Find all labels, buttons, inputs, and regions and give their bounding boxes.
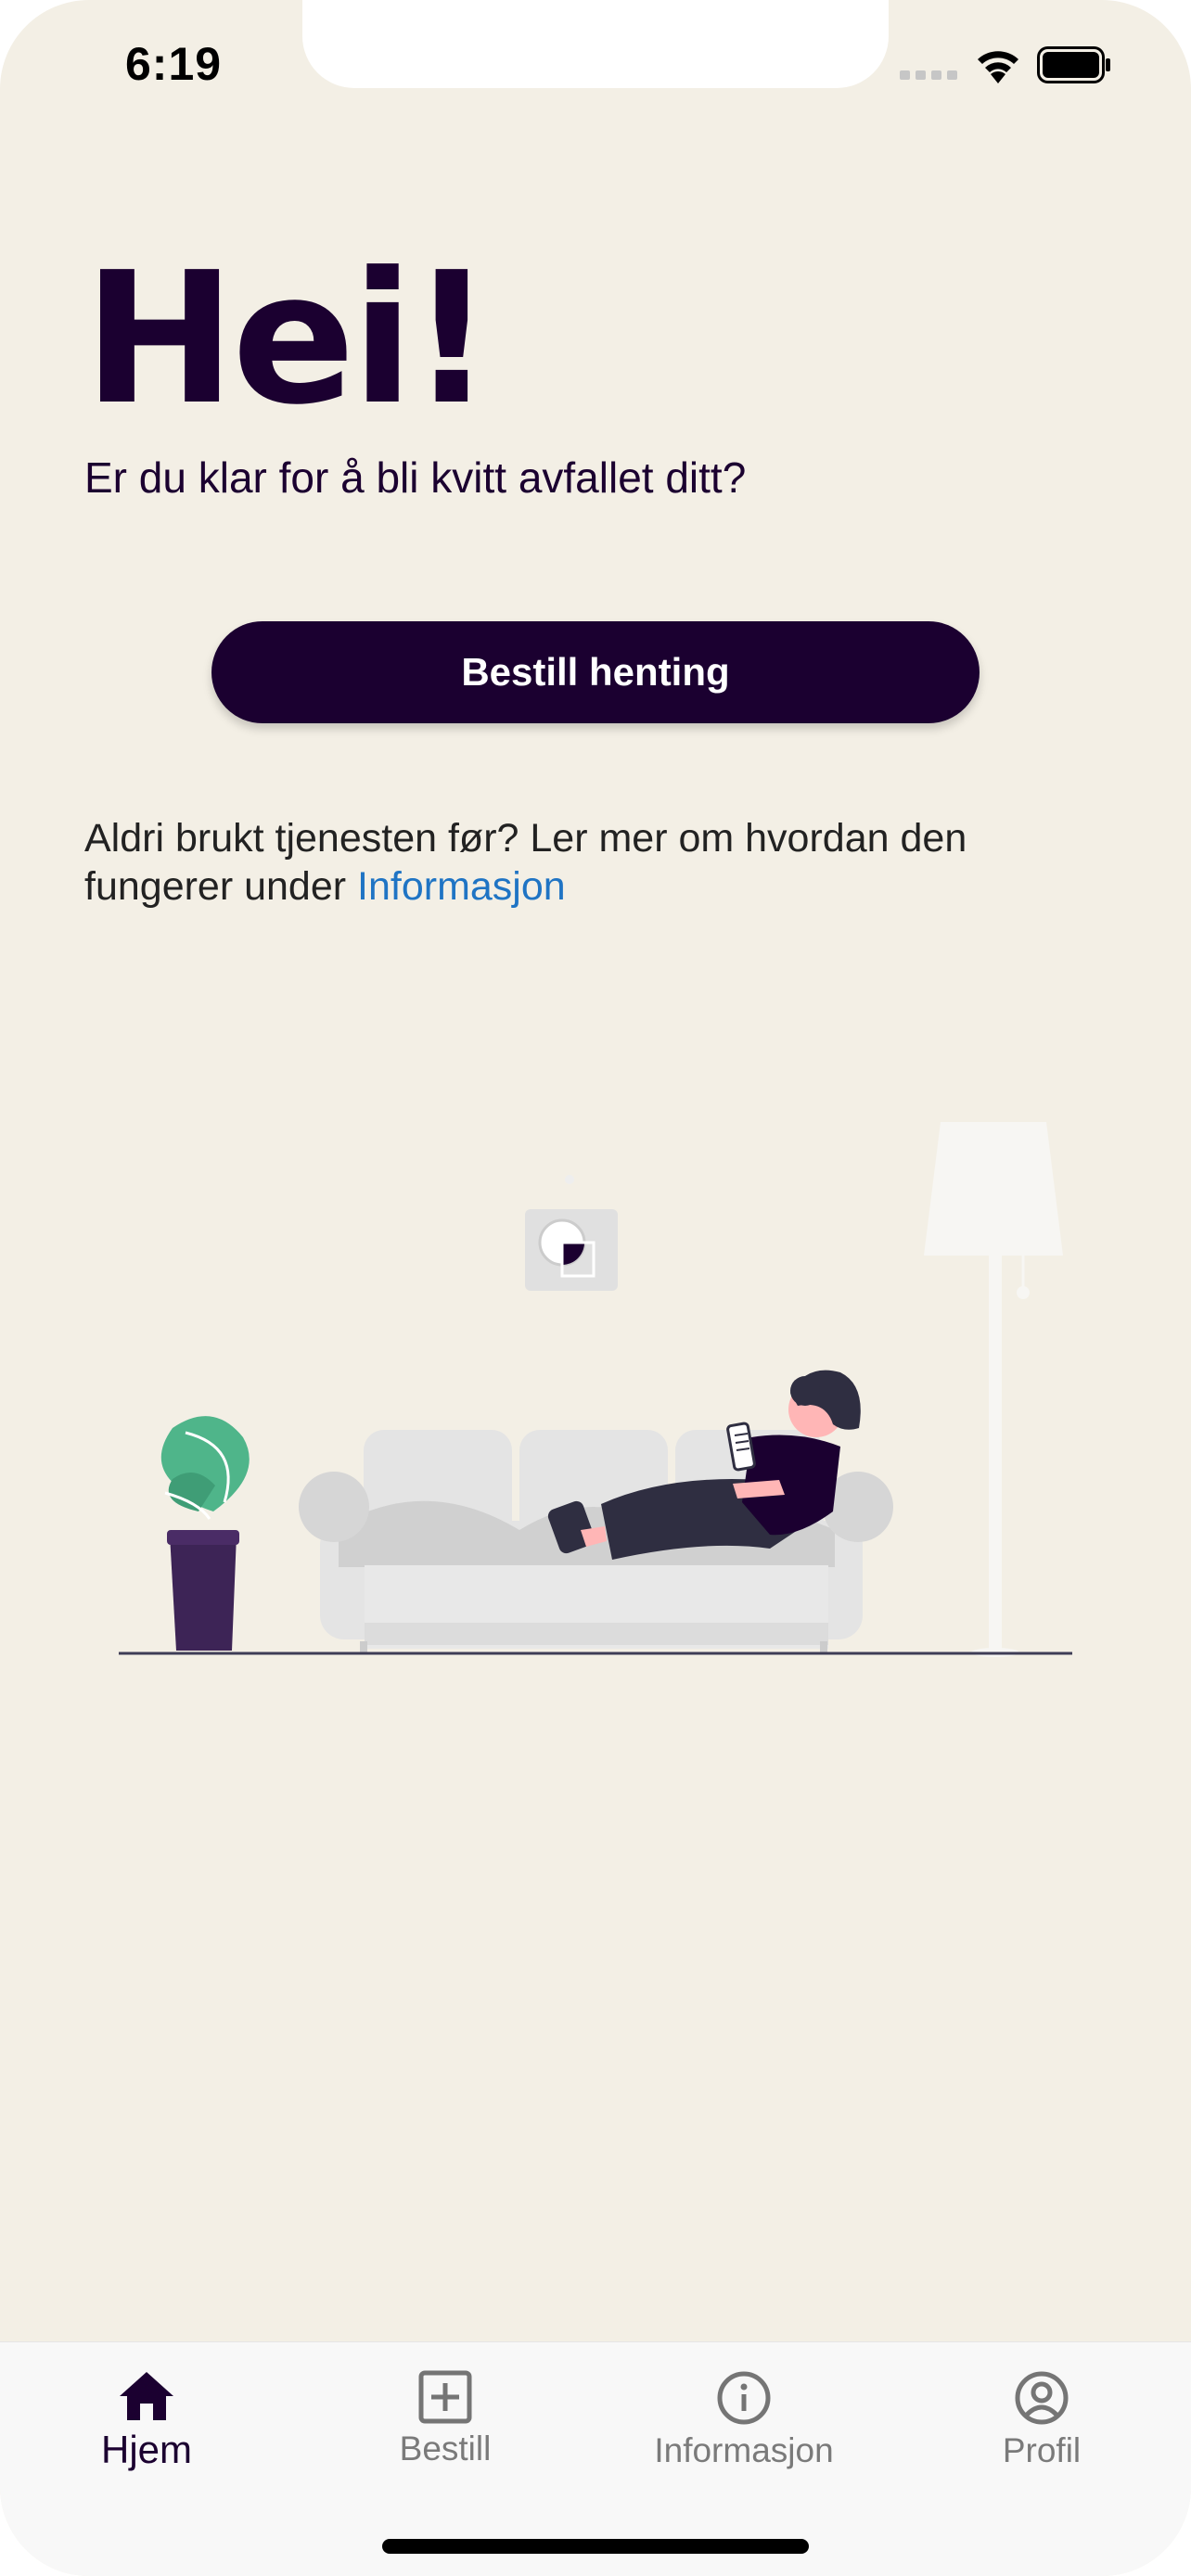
plus-square-icon xyxy=(418,2370,472,2424)
sofa-illustration xyxy=(119,1122,1072,1657)
app-screen: 6:19 Hei! Er du klar for å bli kvitt avf… xyxy=(0,0,1191,2576)
potted-plant xyxy=(160,1416,250,1651)
profile-icon xyxy=(1015,2371,1069,2425)
wall-clock xyxy=(525,1175,618,1291)
page-title: Hei! xyxy=(83,234,493,445)
tab-information[interactable]: Informasjon xyxy=(633,2342,855,2519)
tab-order-label: Bestill xyxy=(399,2429,492,2468)
home-icon xyxy=(120,2372,173,2420)
tab-information-label: Informasjon xyxy=(654,2431,834,2469)
device-notch xyxy=(302,0,889,88)
page-subtitle: Er du klar for å bli kvitt avfallet ditt… xyxy=(84,453,747,502)
info-circle-icon xyxy=(717,2371,771,2425)
status-icons xyxy=(900,45,1122,91)
floor-lamp xyxy=(924,1122,1063,1657)
order-pickup-button[interactable]: Bestill henting xyxy=(211,621,980,723)
tab-profile[interactable]: Profil xyxy=(930,2342,1153,2519)
home-indicator xyxy=(382,2539,809,2554)
tab-home[interactable]: Hjem xyxy=(35,2342,258,2519)
info-paragraph: Aldri brukt tjenesten før? Ler mer om hv… xyxy=(84,814,1123,911)
tab-order[interactable]: Bestill xyxy=(334,2342,557,2519)
status-time: 6:19 xyxy=(125,38,223,90)
signal-icon xyxy=(900,70,957,80)
tab-home-label: Hjem xyxy=(100,2428,192,2471)
tab-profile-label: Profil xyxy=(1002,2431,1082,2469)
wifi-icon xyxy=(978,51,1018,83)
information-link[interactable]: Informasjon xyxy=(357,864,566,909)
battery-icon xyxy=(1037,46,1110,83)
